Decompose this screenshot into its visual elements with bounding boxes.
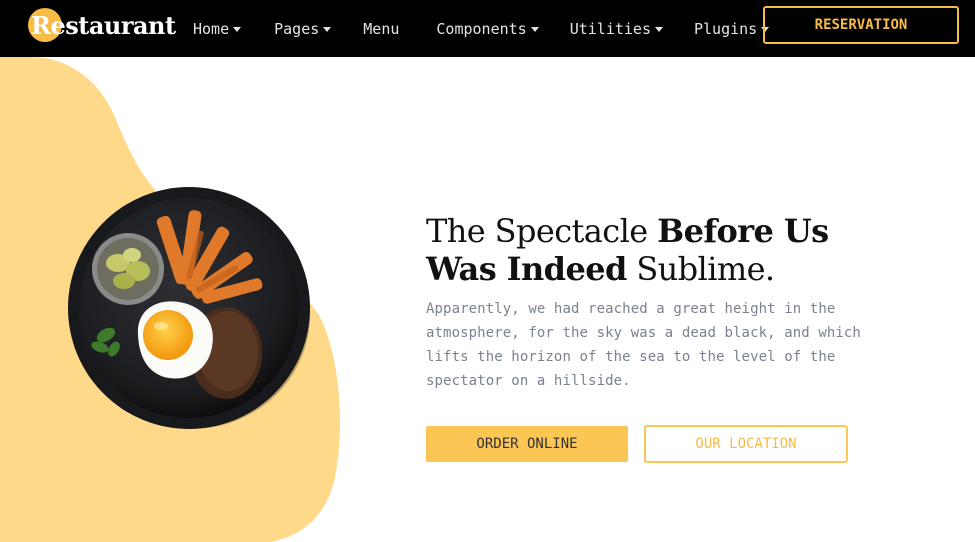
brand-name: Restaurant [31, 10, 176, 40]
nav-item-menu[interactable]: Menu [363, 20, 399, 38]
headline-bold2: Was Indeed [426, 250, 627, 288]
headline-bold1: Before Us [657, 212, 829, 250]
hero-description: Apparently, we had reached a great heigh… [426, 301, 861, 389]
nav-item-home[interactable]: Home [193, 19, 242, 38]
caret-down-icon [530, 26, 539, 32]
our-location-button[interactable]: OUR LOCATION [644, 425, 848, 463]
nav-item-utilities[interactable]: Utilities [570, 20, 663, 38]
caret-down-icon [655, 26, 663, 32]
nav-item-components[interactable]: Components [436, 19, 539, 38]
nav-item-label: Plugins [694, 19, 758, 38]
caret-down-icon [323, 26, 332, 32]
order-online-button[interactable]: ORDER ONLINE [426, 426, 628, 462]
food-plate-image [68, 187, 310, 429]
nav-item-label: Utilities [569, 19, 651, 38]
nav-item-label: Menu [363, 19, 400, 38]
hero-headline: The Spectacle Before Us Was Indeed Sublim… [426, 212, 946, 288]
nav-item-label: Pages [274, 19, 320, 38]
brand-logo[interactable]: Restaurant [28, 7, 176, 43]
caret-down-icon [233, 26, 242, 32]
headline-part1: The Spectacle [426, 212, 658, 250]
headline-part2: Sublime. [626, 250, 775, 288]
reservation-button[interactable]: RESERVATION [763, 6, 959, 44]
nav-item-pages[interactable]: Pages [274, 19, 332, 38]
top-navbar: Restaurant Home Pages Menu Components Ut… [0, 0, 975, 57]
main-nav: Home Pages Menu Components Utilities Plu… [193, 0, 770, 57]
nav-item-label: Home [193, 19, 230, 38]
nav-item-plugins[interactable]: Plugins [694, 19, 770, 38]
nav-item-label: Components [436, 19, 527, 38]
